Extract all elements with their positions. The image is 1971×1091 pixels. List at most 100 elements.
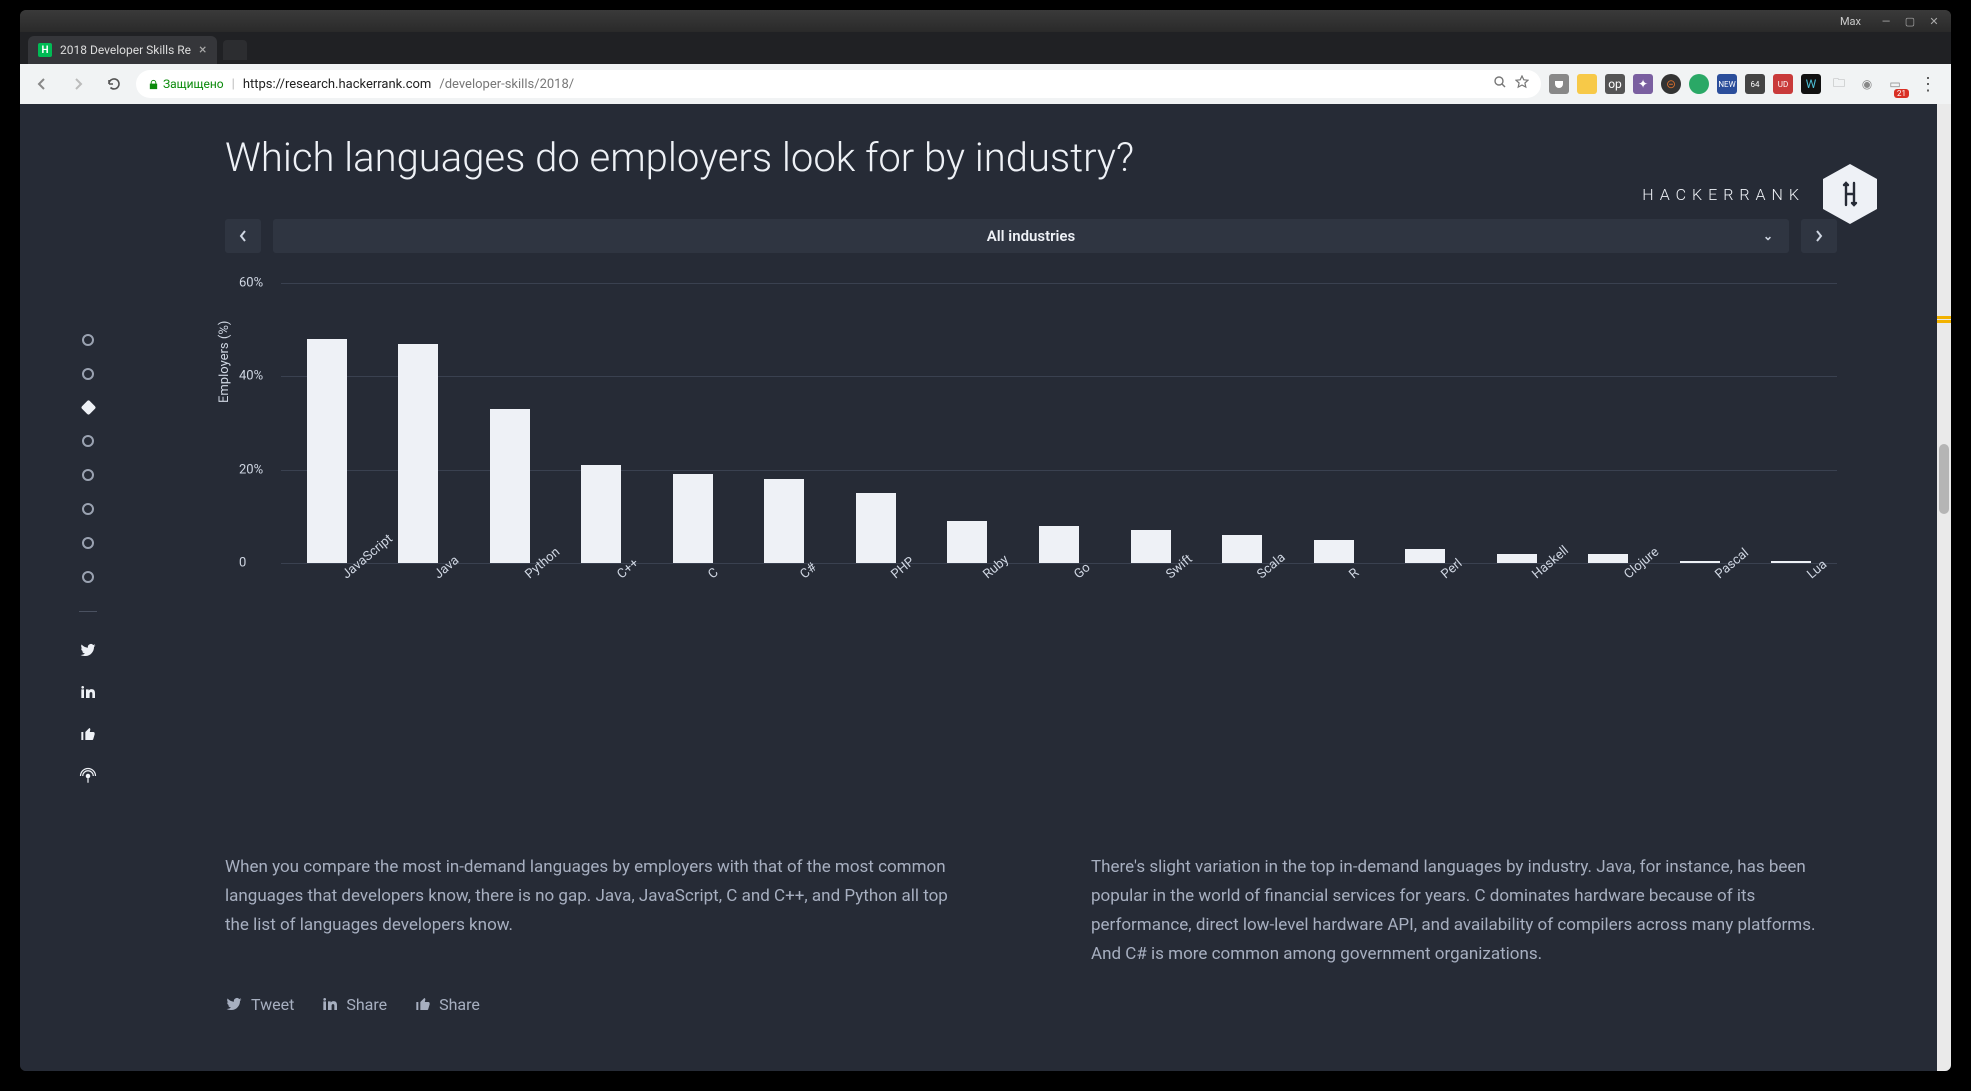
section-nav-rail bbox=[78, 334, 98, 786]
chart-gridline bbox=[281, 563, 1837, 564]
chart-bar[interactable] bbox=[581, 465, 621, 563]
chart-xtick: Lua bbox=[1798, 550, 1830, 583]
ext-pocket-icon[interactable] bbox=[1549, 74, 1569, 94]
chart-bar[interactable] bbox=[673, 474, 713, 563]
linkedin-icon bbox=[322, 996, 338, 1012]
secure-label: Защищено bbox=[163, 77, 224, 91]
ext-shield-icon[interactable]: ◉ bbox=[1857, 74, 1877, 94]
chevron-right-icon bbox=[1814, 229, 1824, 243]
chart-bar[interactable] bbox=[856, 493, 896, 563]
forward-button[interactable] bbox=[64, 70, 92, 98]
zoom-icon[interactable] bbox=[1493, 75, 1507, 93]
section-dot-5[interactable] bbox=[82, 469, 94, 481]
linkedin-share-label: Share bbox=[346, 995, 387, 1014]
section-dot-7[interactable] bbox=[82, 537, 94, 549]
chart-bar[interactable] bbox=[490, 409, 530, 563]
chart-ytick: 0 bbox=[239, 556, 246, 571]
industry-next-button[interactable] bbox=[1801, 219, 1837, 253]
rail-linkedin-icon[interactable] bbox=[78, 682, 98, 702]
linkedin-share-button[interactable]: Share bbox=[322, 995, 387, 1014]
scroll-mark bbox=[1937, 316, 1951, 319]
tab-favicon-icon: H bbox=[38, 43, 52, 57]
twitter-icon bbox=[225, 995, 243, 1013]
chart-ytick: 60% bbox=[239, 276, 263, 291]
languages-chart: Employers (%) 020%40%60% JavaScriptJavaP… bbox=[225, 283, 1837, 663]
chart-bar-slot: C bbox=[647, 283, 739, 563]
ext-yellow-icon[interactable] bbox=[1577, 74, 1597, 94]
chart-bar[interactable] bbox=[307, 339, 347, 563]
chart-bar-slot: Pascal bbox=[1654, 283, 1746, 563]
new-tab-button[interactable] bbox=[223, 40, 247, 60]
window-user: Max bbox=[1840, 15, 1861, 28]
secure-indicator: Защищено bbox=[148, 77, 224, 91]
ext-folder-icon[interactable]: 🗀 bbox=[1829, 74, 1849, 94]
ext-red-icon[interactable]: UD bbox=[1773, 74, 1793, 94]
ext-grey1-icon[interactable]: ор bbox=[1605, 74, 1625, 94]
window-close-button[interactable]: ✕ bbox=[1923, 13, 1945, 29]
chart-ytick: 20% bbox=[239, 462, 263, 477]
browser-tab-active[interactable]: H 2018 Developer Skills Re × bbox=[28, 36, 217, 64]
ext-green-icon[interactable] bbox=[1689, 74, 1709, 94]
url-host: https://research.hackerrank.com bbox=[243, 77, 432, 92]
chart-ylabel: Employers (%) bbox=[217, 321, 232, 403]
ext-devices-icon[interactable]: ▭21 bbox=[1885, 74, 1905, 94]
ext-new-icon[interactable]: NEW bbox=[1717, 74, 1737, 94]
chart-bar-slot: PHP bbox=[830, 283, 922, 563]
description-left: When you compare the most in-demand lang… bbox=[225, 853, 971, 969]
chart-bar-slot: Haskell bbox=[1471, 283, 1563, 563]
chart-bar-slot: Python bbox=[464, 283, 556, 563]
chart-bar-slot: Go bbox=[1013, 283, 1105, 563]
chart-bar-slot: Swift bbox=[1105, 283, 1197, 563]
chart-bar-slot: JavaScript bbox=[281, 283, 373, 563]
rail-twitter-icon[interactable] bbox=[78, 640, 98, 660]
chart-bar-slot: Clojure bbox=[1562, 283, 1654, 563]
tab-close-icon[interactable]: × bbox=[199, 42, 206, 58]
like-share-label: Share bbox=[439, 995, 480, 1014]
section-dot-2[interactable] bbox=[82, 368, 94, 380]
chart-ytick: 40% bbox=[239, 369, 263, 384]
chart-bar-slot: R bbox=[1288, 283, 1380, 563]
page-title: Which languages do employers look for by… bbox=[225, 134, 1837, 181]
chart-bar-slot: Lua bbox=[1746, 283, 1838, 563]
chart-bar-slot: C++ bbox=[556, 283, 648, 563]
section-dot-4[interactable] bbox=[82, 435, 94, 447]
page-scrollbar[interactable] bbox=[1937, 104, 1951, 1071]
chart-bar-slot: Scala bbox=[1196, 283, 1288, 563]
url-path: /developer-skills/2018/ bbox=[439, 77, 574, 92]
ext-orange-ring-icon[interactable]: ⊝ bbox=[1661, 74, 1681, 94]
window-minimize-button[interactable]: — bbox=[1875, 13, 1897, 29]
like-share-button[interactable]: Share bbox=[415, 995, 480, 1014]
chart-bar[interactable] bbox=[764, 479, 804, 563]
description-right: There's slight variation in the top in-d… bbox=[1091, 853, 1837, 969]
ext-purple-icon[interactable]: ✦ bbox=[1633, 74, 1653, 94]
tweet-button[interactable]: Tweet bbox=[225, 995, 294, 1014]
chart-bar-slot: Perl bbox=[1379, 283, 1471, 563]
thumbs-up-icon bbox=[415, 996, 431, 1012]
window-maximize-button[interactable]: ▢ bbox=[1899, 13, 1921, 29]
browser-menu-button[interactable]: ⋮ bbox=[1913, 74, 1943, 95]
chart-bar[interactable] bbox=[398, 344, 438, 563]
chart-bar-slot: Ruby bbox=[922, 283, 1014, 563]
back-button[interactable] bbox=[28, 70, 56, 98]
section-dot-1[interactable] bbox=[82, 334, 94, 346]
chevron-left-icon bbox=[238, 229, 248, 243]
ext-badge: 21 bbox=[1894, 89, 1909, 98]
industry-dropdown[interactable]: All industries ⌄ bbox=[273, 219, 1789, 253]
section-dot-6[interactable] bbox=[82, 503, 94, 515]
reload-button[interactable] bbox=[100, 70, 128, 98]
scrollbar-thumb[interactable] bbox=[1939, 444, 1949, 514]
extension-row: ор ✦ ⊝ NEW 64 UD W 🗀 ◉ ▭21 bbox=[1549, 74, 1905, 94]
scroll-mark bbox=[1937, 320, 1951, 323]
section-dot-8[interactable] bbox=[82, 571, 94, 583]
ext-g4-icon[interactable]: 64 bbox=[1745, 74, 1765, 94]
star-icon[interactable] bbox=[1515, 75, 1529, 93]
rail-like-icon[interactable] bbox=[78, 724, 98, 744]
industry-prev-button[interactable] bbox=[225, 219, 261, 253]
rail-podcast-icon[interactable] bbox=[78, 766, 98, 786]
tweet-label: Tweet bbox=[251, 995, 294, 1014]
window-titlebar: Max — ▢ ✕ bbox=[20, 10, 1951, 32]
section-dot-3-active[interactable] bbox=[80, 400, 96, 416]
address-bar[interactable]: Защищено | https://research.hackerrank.c… bbox=[136, 70, 1541, 98]
ext-w-icon[interactable]: W bbox=[1801, 74, 1821, 94]
lock-icon bbox=[148, 79, 159, 90]
